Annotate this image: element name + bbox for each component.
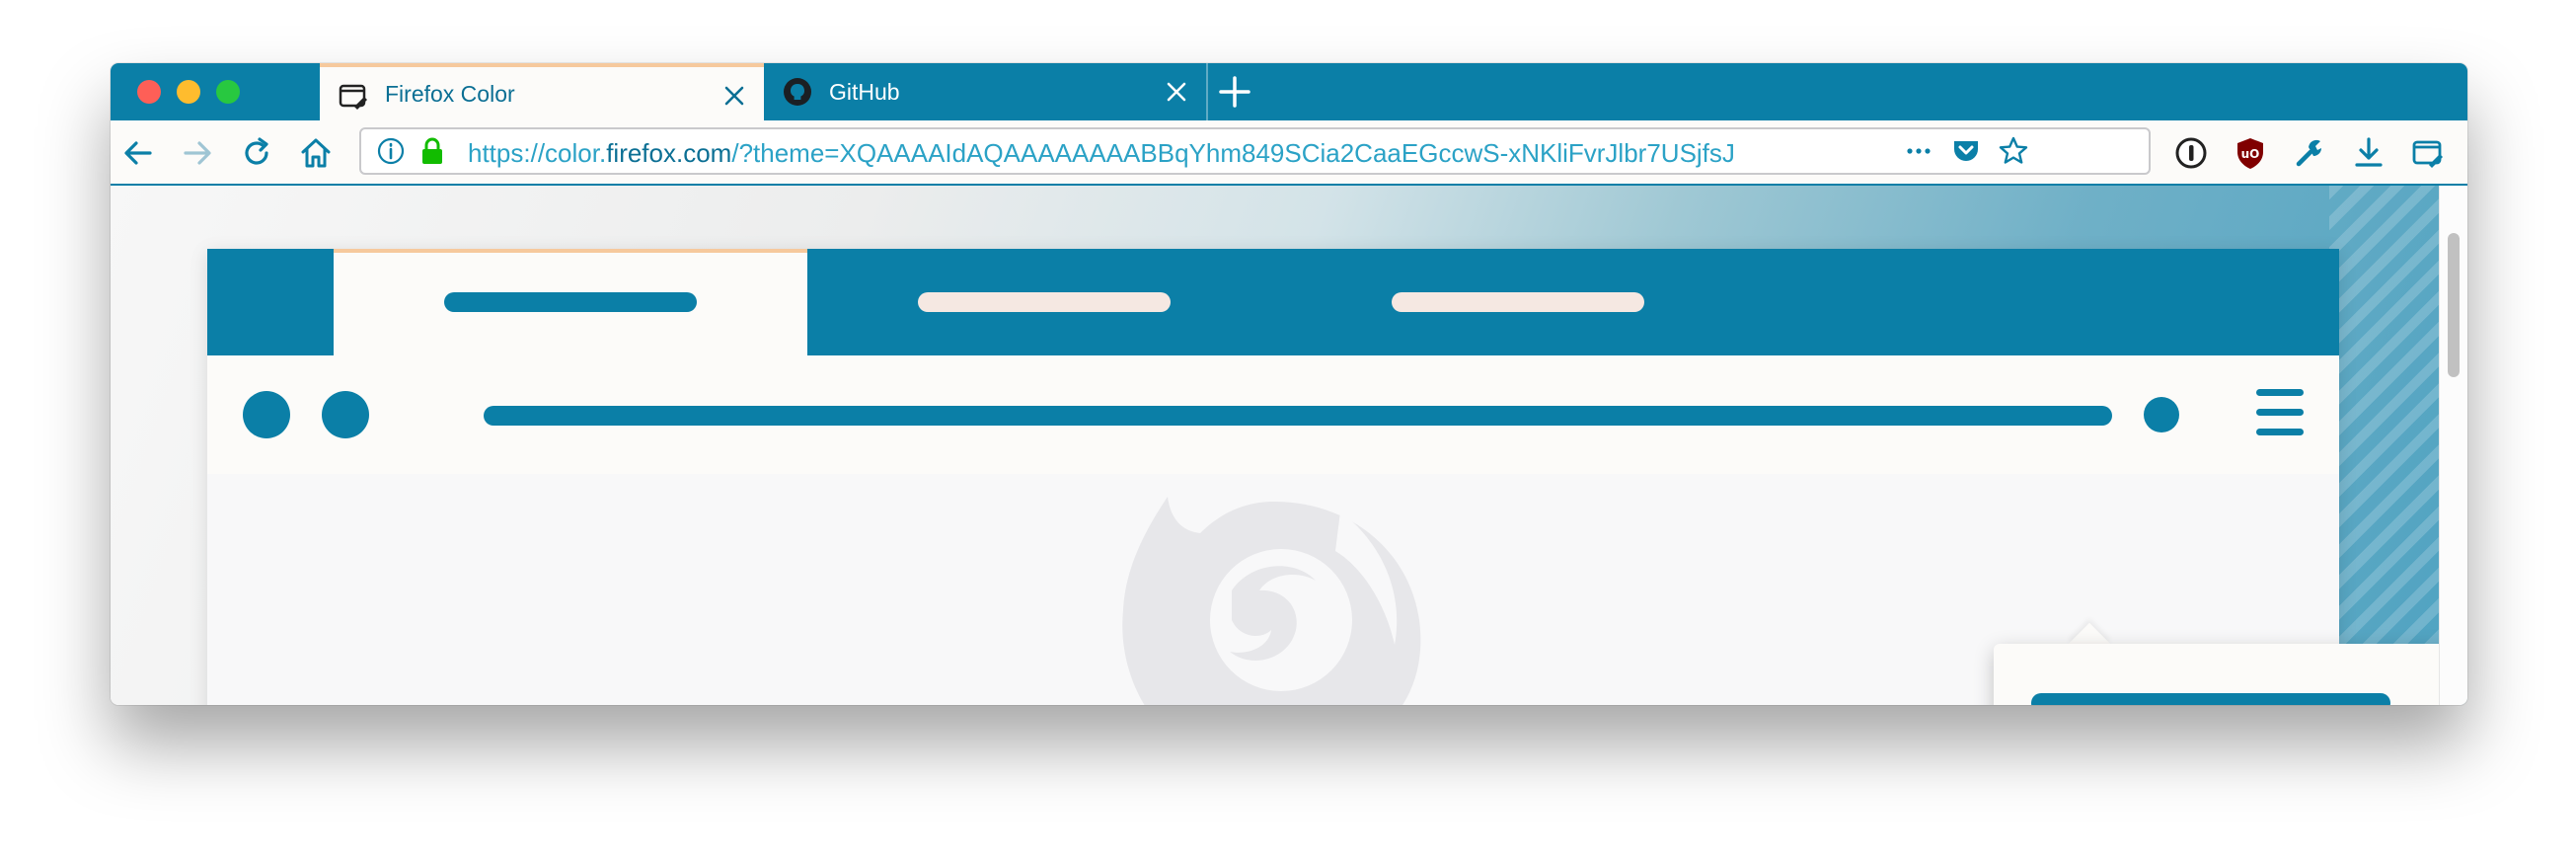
tab-github[interactable]: GitHub [764,63,1208,120]
vertical-scrollbar[interactable] [2439,186,2467,705]
forward-icon[interactable] [180,135,215,171]
tab-bar: Firefox Color GitHub [111,63,2467,120]
preview-url-bar[interactable] [484,406,2112,426]
preview-forward-button[interactable] [322,391,369,438]
preview-menu-popup [1994,644,2467,705]
preview-tab-bar[interactable] [207,249,2339,355]
url-bar[interactable]: https://color.firefox.com/?theme=XQAAAAI… [359,127,2151,175]
preview-active-tab[interactable] [334,249,807,355]
download-icon[interactable] [2351,135,2387,171]
window-zoom-button[interactable] [216,80,240,104]
preview-menu-icon[interactable] [2256,389,2304,440]
preview-back-button[interactable] [243,391,290,438]
browser-window: Firefox Color GitHub https://color.firef… [111,63,2467,705]
ublock-icon[interactable]: uO [2233,135,2268,171]
svg-text:uO: uO [2241,147,2260,161]
tab-firefox-color[interactable]: Firefox Color [320,63,764,120]
reload-icon[interactable] [239,135,274,171]
window-close-button[interactable] [137,80,161,104]
new-tab-plus-icon[interactable] [1216,73,1253,111]
close-tab-icon[interactable] [1165,80,1188,104]
page-content [111,186,2467,705]
github-icon [784,78,811,106]
wrench-icon[interactable] [2292,135,2327,171]
preview-tab-label-placeholder[interactable] [1392,292,1644,312]
tab-title: Firefox Color [385,80,515,107]
preview-extension-icon[interactable] [2144,397,2179,432]
firefox-color-icon[interactable] [2410,135,2446,171]
info-icon[interactable] [375,135,407,167]
firefox-color-icon [339,84,367,110]
navigation-toolbar: https://color.firefox.com/?theme=XQAAAAI… [111,120,2467,186]
background-stripes [2329,186,2448,705]
tab-title: GitHub [829,78,900,105]
scrollbar-thumb[interactable] [2448,233,2460,377]
close-tab-icon[interactable] [722,84,746,108]
home-icon[interactable] [298,135,334,171]
url-text: https://color.firefox.com/?theme=XQAAAAI… [468,138,1948,169]
lock-icon[interactable] [417,135,448,167]
url-host: firefox.com [606,138,732,168]
preview-tab-label-placeholder [444,292,697,312]
preview-toolbar [207,355,2339,474]
1password-icon[interactable] [2173,135,2209,171]
pocket-icon[interactable] [1950,135,1982,167]
back-icon[interactable] [120,135,156,171]
firefox-logo-watermark [1122,497,1421,705]
more-icon[interactable] [1903,135,1934,167]
url-path: /?theme=XQAAAAIdAQAAAAAAAABBqYhm849SCia2… [731,138,1735,168]
window-minimize-button[interactable] [177,80,200,104]
preview-tab-label-placeholder[interactable] [918,292,1171,312]
url-scheme: https://color. [468,138,607,168]
preview-menu-item[interactable] [2031,693,2390,705]
bookmark-star-icon[interactable] [1998,135,2029,167]
theme-preview [207,249,2339,705]
